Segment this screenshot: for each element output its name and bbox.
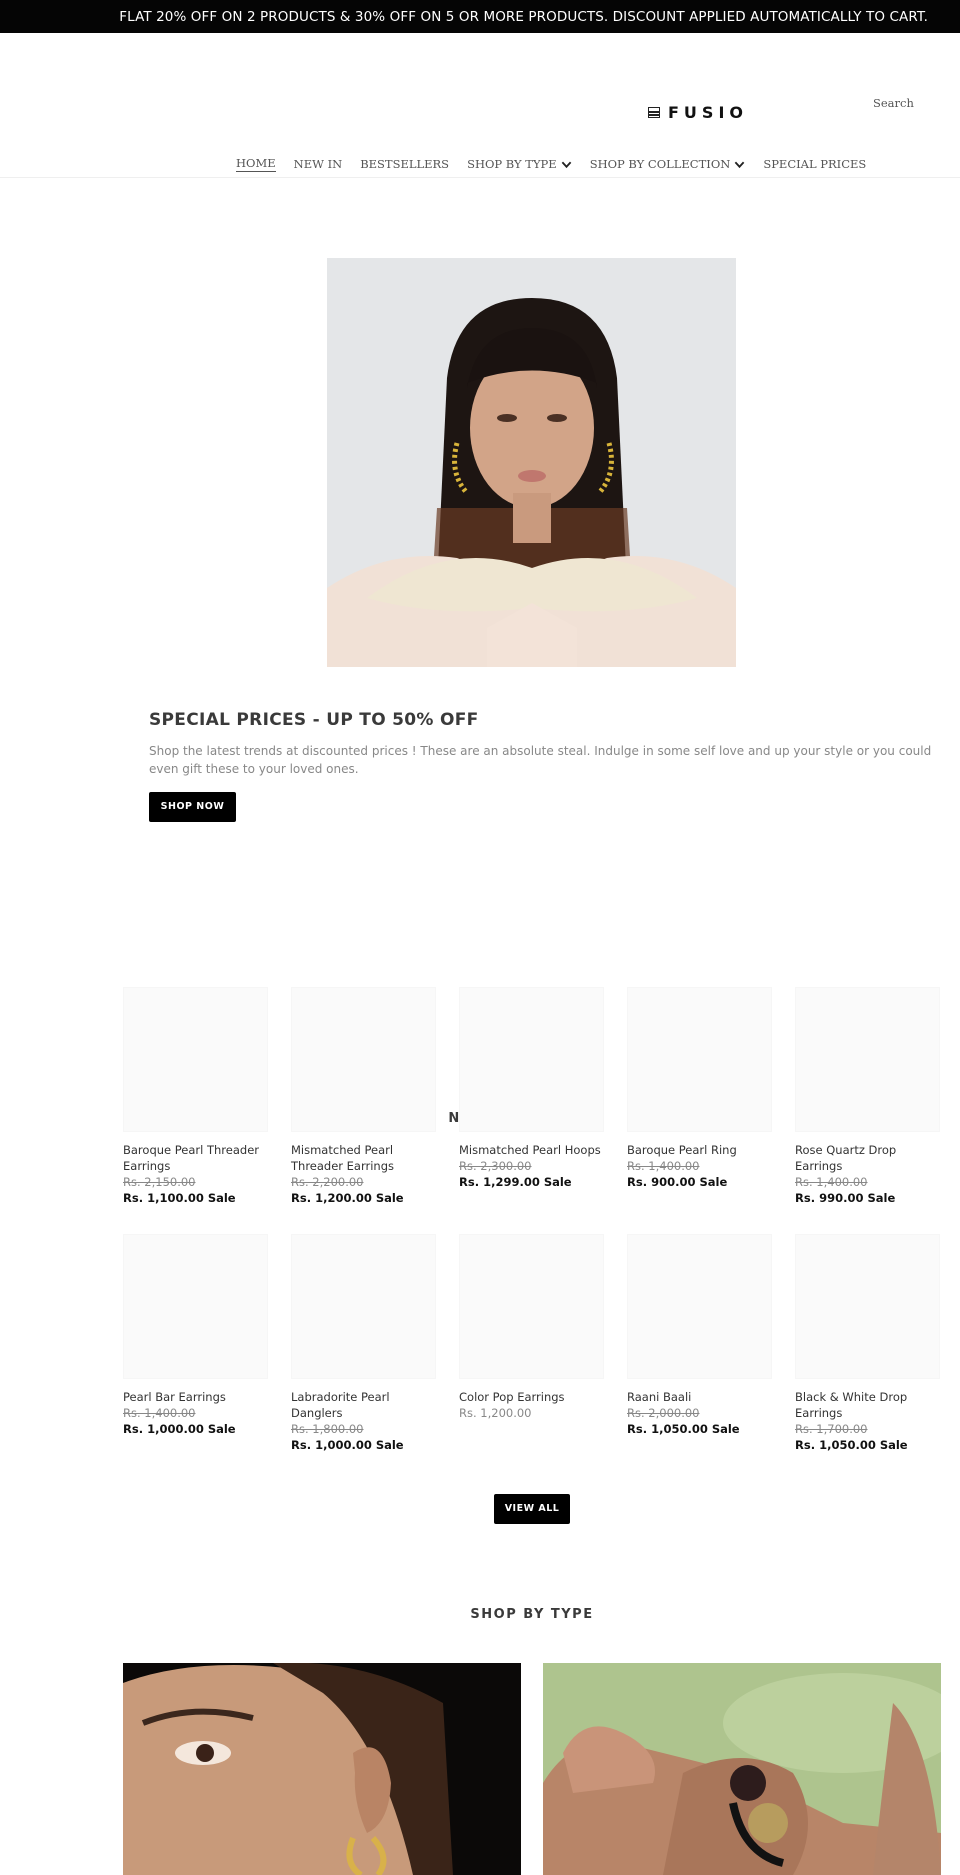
earring-model-image — [123, 1663, 521, 1875]
product-image[interactable] — [123, 1234, 268, 1379]
product-title[interactable]: Mismatched Pearl Hoops — [459, 1142, 604, 1158]
product-title[interactable]: Rose Quartz Drop Earrings — [795, 1142, 940, 1174]
logo-text: FUSIO — [668, 103, 748, 122]
product-price: Rs. 1,200.00 — [459, 1406, 532, 1420]
shop-by-type-title: SHOP BY TYPE — [470, 1607, 594, 1622]
product-sale-price: Rs. 1,000.00 Sale — [291, 1438, 404, 1452]
nav-item-shop-by-collection[interactable]: SHOP BY COLLECTION — [590, 157, 746, 171]
product-card[interactable]: Rose Quartz Drop Earrings Rs. 1,400.00 Rs.… — [795, 987, 940, 1206]
nav-label: SHOP BY TYPE — [467, 157, 557, 171]
product-sale-price: Rs. 1,050.00 Sale — [795, 1438, 908, 1452]
product-original-price: Rs. 2,000.00 — [627, 1406, 700, 1420]
nav-label: BESTSELLERS — [360, 157, 450, 171]
grid-logo-icon — [648, 107, 660, 118]
nav-label: HOME — [236, 156, 276, 172]
product-sale-price: Rs. 900.00 Sale — [627, 1175, 728, 1189]
product-image[interactable] — [459, 987, 604, 1132]
nav-label: NEW IN — [293, 157, 343, 171]
product-original-price: Rs. 1,400.00 — [627, 1159, 700, 1173]
announcement-text: FLAT 20% OFF ON 2 PRODUCTS & 30% OFF ON … — [119, 8, 928, 25]
site-logo[interactable]: FUSIO — [648, 103, 748, 122]
product-original-price: Rs. 2,300.00 — [459, 1159, 532, 1173]
search-link[interactable]: Search — [873, 96, 914, 110]
product-sale-price: Rs. 1,200.00 Sale — [291, 1191, 404, 1205]
product-original-price: Rs. 1,800.00 — [291, 1422, 364, 1436]
product-sale-price: Rs. 1,000.00 Sale — [123, 1422, 236, 1436]
product-image[interactable] — [123, 987, 268, 1132]
product-original-price: Rs. 1,400.00 — [123, 1406, 196, 1420]
product-original-price: Rs. 1,700.00 — [795, 1422, 868, 1436]
nav-item-home[interactable]: HOME — [236, 156, 276, 172]
product-title[interactable]: Pearl Bar Earrings — [123, 1389, 268, 1405]
product-original-price: Rs. 2,150.00 — [123, 1175, 196, 1189]
product-card[interactable]: Baroque Pearl Ring Rs. 1,400.00 Rs. 900.00… — [627, 987, 772, 1206]
site-header: FUSIO Search HOME NEW IN BESTSELLERS SHO… — [0, 33, 960, 178]
product-original-price: Rs. 2,200.00 — [291, 1175, 364, 1189]
product-title[interactable]: Color Pop Earrings — [459, 1389, 604, 1405]
product-image[interactable] — [459, 1234, 604, 1379]
product-title[interactable]: Mismatched Pearl Threader Earrings — [291, 1142, 436, 1174]
product-title[interactable]: Labradorite Pearl Danglers — [291, 1389, 436, 1421]
chevron-down-icon — [561, 161, 571, 168]
nav-item-shop-by-type[interactable]: SHOP BY TYPE — [467, 157, 572, 171]
product-image[interactable] — [627, 1234, 772, 1379]
product-card[interactable]: Mismatched Pearl Hoops Rs. 2,300.00 Rs. 1,… — [459, 987, 604, 1206]
view-all-button[interactable]: VIEW ALL — [494, 1494, 570, 1524]
product-title[interactable]: Black & White Drop Earrings — [795, 1389, 940, 1421]
ring-hand-image — [543, 1663, 941, 1875]
product-card[interactable]: Black & White Drop Earrings Rs. 1,700.00 R… — [795, 1234, 940, 1453]
nav-item-special-prices[interactable]: SPECIAL PRICES — [763, 157, 866, 171]
chevron-down-icon — [735, 161, 745, 168]
product-image[interactable] — [627, 987, 772, 1132]
promo-description: Shop the latest trends at discounted pri… — [149, 744, 932, 776]
announcement-bar: FLAT 20% OFF ON 2 PRODUCTS & 30% OFF ON … — [0, 0, 960, 33]
hero-model-illustration — [327, 258, 736, 667]
product-title[interactable]: Baroque Pearl Ring — [627, 1142, 772, 1158]
shop-now-button[interactable]: SHOP NOW — [149, 792, 236, 822]
nav-item-bestsellers[interactable]: BESTSELLERS — [360, 157, 449, 171]
product-image[interactable] — [291, 987, 436, 1132]
product-card[interactable]: Color Pop Earrings Rs. 1,200.00 — [459, 1234, 604, 1453]
main-nav: HOME NEW IN BESTSELLERS SHOP BY TYPE SHO… — [236, 156, 866, 172]
product-card[interactable]: Pearl Bar Earrings Rs. 1,400.00 Rs. 1,000.… — [123, 1234, 268, 1453]
product-card[interactable]: Labradorite Pearl Danglers Rs. 1,800.00 Rs… — [291, 1234, 436, 1453]
product-grid: Baroque Pearl Threader Earrings Rs. 2,150… — [123, 987, 943, 1453]
product-row: Baroque Pearl Threader Earrings Rs. 2,150… — [123, 987, 943, 1206]
product-card[interactable]: Mismatched Pearl Threader Earrings Rs. 2,… — [291, 987, 436, 1206]
product-sale-price: Rs. 1,100.00 Sale — [123, 1191, 236, 1205]
nav-label: SHOP BY COLLECTION — [589, 157, 731, 171]
product-card[interactable]: Raani Baali Rs. 2,000.00 Rs. 1,050.00 Sale — [627, 1234, 772, 1453]
promo-title: SPECIAL PRICES - UP TO 50% OFF — [149, 710, 479, 730]
product-sale-price: Rs. 990.00 Sale — [795, 1191, 896, 1205]
product-sale-price: Rs. 1,299.00 Sale — [459, 1175, 572, 1189]
product-sale-price: Rs. 1,050.00 Sale — [627, 1422, 740, 1436]
product-title[interactable]: Raani Baali — [627, 1389, 772, 1405]
product-image[interactable] — [795, 987, 940, 1132]
product-title[interactable]: Baroque Pearl Threader Earrings — [123, 1142, 268, 1174]
hero-section: SPECIAL PRICES - UP TO 50% OFF Shop the … — [0, 178, 960, 868]
product-image[interactable] — [291, 1234, 436, 1379]
hero-image[interactable] — [327, 258, 736, 667]
nav-label: SPECIAL PRICES — [763, 157, 867, 171]
promo-block: SPECIAL PRICES - UP TO 50% OFF Shop the … — [149, 710, 939, 822]
nav-item-new-in[interactable]: NEW IN — [294, 157, 343, 171]
product-image[interactable] — [795, 1234, 940, 1379]
product-original-price: Rs. 1,400.00 — [795, 1175, 868, 1189]
product-row: Pearl Bar Earrings Rs. 1,400.00 Rs. 1,000.… — [123, 1234, 943, 1453]
product-card[interactable]: Baroque Pearl Threader Earrings Rs. 2,150… — [123, 987, 268, 1206]
type-tile-rings[interactable] — [543, 1663, 941, 1875]
type-tile-earrings[interactable] — [123, 1663, 521, 1875]
